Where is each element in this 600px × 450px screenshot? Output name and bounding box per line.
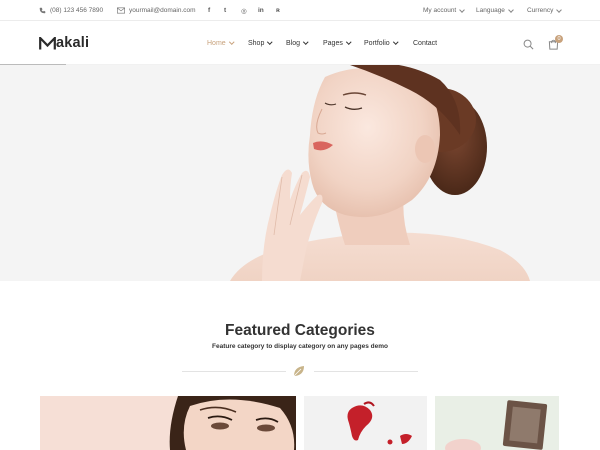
nav-home[interactable]: Home xyxy=(207,21,234,65)
nav-blog[interactable]: Blog xyxy=(286,21,309,65)
category-image-cosmetics xyxy=(445,400,548,450)
envelope-icon xyxy=(117,7,125,14)
nav-home-label: Home xyxy=(207,39,226,47)
nav-portfolio[interactable]: Portfolio xyxy=(364,21,398,65)
nav-blog-label: Blog xyxy=(286,39,301,47)
cart-count-badge: 0 xyxy=(555,35,563,43)
chevron-down-icon xyxy=(346,39,352,45)
rss-icon[interactable]: ʀ xyxy=(276,0,280,21)
category-card-lipstick[interactable] xyxy=(304,396,427,450)
leaf-icon xyxy=(292,364,306,383)
nav-shop[interactable]: Shop xyxy=(248,21,273,65)
currency-label: Currency xyxy=(527,7,554,14)
divider-right xyxy=(314,371,418,372)
category-image-lipstick xyxy=(347,401,412,445)
nav-contact[interactable]: Contact xyxy=(413,21,437,65)
featured-title: Featured Categories xyxy=(225,322,375,339)
divider-left xyxy=(182,371,286,372)
chevron-down-icon xyxy=(556,6,563,13)
nav-pages-label: Pages xyxy=(323,39,343,47)
chevron-down-icon xyxy=(267,39,273,45)
hero-model-image xyxy=(230,65,530,281)
instagram-icon[interactable]: ◎ xyxy=(241,0,247,21)
email-address[interactable]: yourmail@domain.com xyxy=(129,7,196,14)
category-card-cosmetics[interactable] xyxy=(435,396,559,450)
chevron-down-icon xyxy=(392,39,398,45)
nav-contact-label: Contact xyxy=(413,39,438,47)
featured-subtitle: Feature category to display category on … xyxy=(212,343,388,350)
nav-shop-label: Shop xyxy=(248,39,265,47)
chevron-down-icon xyxy=(303,39,309,45)
category-image-face xyxy=(169,396,296,450)
hero-banner xyxy=(0,65,600,281)
phone-number: (08) 123 456 7890 xyxy=(50,7,104,14)
twitter-icon[interactable]: t xyxy=(224,0,226,21)
site-logo[interactable]: akali xyxy=(39,35,89,51)
chevron-down-icon xyxy=(459,6,466,13)
nav-pages[interactable]: Pages xyxy=(323,21,352,65)
top-bar: (08) 123 456 7890 yourmail@domain.com f … xyxy=(0,0,600,21)
language-label: Language xyxy=(476,7,505,14)
nav-portfolio-label: Portfolio xyxy=(364,39,390,47)
phone-icon xyxy=(39,7,46,14)
logo-text: akali xyxy=(56,35,90,51)
chevron-down-icon xyxy=(228,39,234,45)
chevron-down-icon xyxy=(508,6,514,13)
linkedin-icon[interactable]: in xyxy=(258,0,264,21)
email-info[interactable]: yourmail@domain.com xyxy=(117,0,196,21)
language-dropdown[interactable]: Language xyxy=(476,0,514,21)
category-card-face[interactable] xyxy=(40,396,296,450)
my-account-label: My account xyxy=(423,7,457,14)
currency-dropdown[interactable]: Currency xyxy=(527,0,563,21)
facebook-icon[interactable]: f xyxy=(208,0,210,21)
phone-info: (08) 123 456 7890 xyxy=(39,0,103,21)
logo-m-icon xyxy=(39,36,56,49)
search-icon[interactable] xyxy=(523,37,534,55)
my-account-dropdown[interactable]: My account xyxy=(423,0,466,21)
main-header: akali Home Shop Blog Pages Portfolio Con… xyxy=(0,21,600,65)
